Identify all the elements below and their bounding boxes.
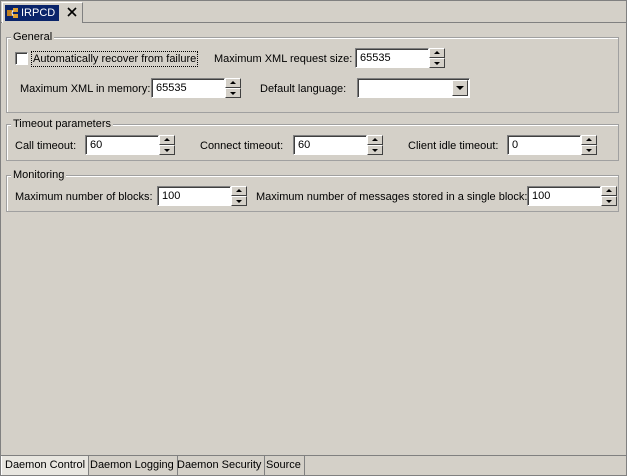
client-idle-timeout-decrement-button[interactable]: [581, 145, 597, 155]
editor-tab-label: IRPCD: [21, 7, 56, 19]
general-group: General: [6, 30, 619, 113]
max-xml-request-input[interactable]: 65535: [355, 48, 429, 68]
max-blocks-increment-button[interactable]: [231, 186, 247, 196]
tab-daemon-security[interactable]: Daemon Security: [174, 456, 266, 475]
arrow-down-icon: [372, 149, 378, 152]
editor-tab[interactable]: IRPCD: [2, 2, 83, 23]
call-timeout-label: Call timeout:: [15, 140, 77, 152]
tab-daemon-control[interactable]: Daemon Control: [1, 456, 90, 475]
max-messages-increment-button[interactable]: [601, 186, 617, 196]
max-xml-request-label: Maximum XML request size:: [214, 53, 353, 65]
client-idle-timeout-input[interactable]: 0: [507, 135, 581, 155]
arrow-up-icon: [586, 138, 592, 141]
connect-timeout-decrement-button[interactable]: [367, 145, 383, 155]
max-xml-memory-label: Maximum XML in memory:: [20, 83, 151, 95]
max-xml-memory-decrement-button[interactable]: [225, 88, 241, 98]
arrow-down-icon: [586, 149, 592, 152]
arrow-up-icon: [236, 189, 242, 192]
call-timeout-input[interactable]: 60: [85, 135, 159, 155]
chevron-down-icon: [456, 86, 464, 90]
arrow-down-icon: [236, 200, 242, 203]
auto-recover-checkbox[interactable]: [15, 52, 28, 65]
max-xml-memory-input[interactable]: 65535: [151, 78, 225, 98]
client-idle-timeout-label: Client idle timeout:: [408, 140, 499, 152]
max-xml-request-increment-button[interactable]: [429, 48, 445, 58]
editor-tab-title-highlight: IRPCD: [5, 5, 59, 21]
close-icon[interactable]: [66, 6, 78, 18]
general-group-title: General: [11, 30, 55, 44]
max-messages-label: Maximum number of messages stored in a s…: [256, 191, 528, 203]
call-timeout-decrement-button[interactable]: [159, 145, 175, 155]
default-language-dropdown-button[interactable]: [452, 80, 468, 96]
connect-timeout-increment-button[interactable]: [367, 135, 383, 145]
connect-timeout-spinner[interactable]: 60: [293, 135, 383, 155]
arrow-up-icon: [164, 138, 170, 141]
client-idle-timeout-spinner[interactable]: 0: [507, 135, 597, 155]
arrow-up-icon: [230, 81, 236, 84]
default-language-label: Default language:: [260, 83, 347, 95]
max-xml-memory-spinner[interactable]: 65535: [151, 78, 241, 98]
arrow-down-icon: [164, 149, 170, 152]
arrow-down-icon: [606, 200, 612, 203]
max-messages-decrement-button[interactable]: [601, 196, 617, 206]
arrow-up-icon: [372, 138, 378, 141]
arrow-down-icon: [230, 92, 236, 95]
max-messages-input[interactable]: 100: [527, 186, 601, 206]
max-xml-request-decrement-button[interactable]: [429, 58, 445, 68]
tab-daemon-logging[interactable]: Daemon Logging: [87, 456, 178, 475]
max-blocks-input[interactable]: 100: [157, 186, 231, 206]
max-xml-request-spinner[interactable]: 65535: [355, 48, 445, 68]
arrow-up-icon: [606, 189, 612, 192]
monitoring-group-title: Monitoring: [11, 168, 67, 182]
max-blocks-label: Maximum number of blocks:: [15, 191, 153, 203]
editor-tab-bar: IRPCD: [1, 1, 626, 23]
max-blocks-spinner[interactable]: 100: [157, 186, 247, 206]
max-xml-memory-increment-button[interactable]: [225, 78, 241, 88]
editor-window: IRPCD General Automatically recover from…: [0, 0, 627, 476]
auto-recover-label[interactable]: Automatically recover from failure: [31, 51, 199, 67]
connect-timeout-label: Connect timeout:: [200, 140, 284, 152]
tab-source[interactable]: Source: [263, 456, 305, 475]
timeout-group-title: Timeout parameters: [11, 117, 114, 131]
default-language-select[interactable]: [357, 78, 470, 98]
call-timeout-increment-button[interactable]: [159, 135, 175, 145]
arrow-down-icon: [434, 62, 440, 65]
client-idle-timeout-increment-button[interactable]: [581, 135, 597, 145]
call-timeout-spinner[interactable]: 60: [85, 135, 175, 155]
arrow-up-icon: [434, 51, 440, 54]
max-blocks-decrement-button[interactable]: [231, 196, 247, 206]
connect-timeout-input[interactable]: 60: [293, 135, 367, 155]
max-messages-spinner[interactable]: 100: [527, 186, 617, 206]
irpcd-icon: [7, 8, 18, 18]
